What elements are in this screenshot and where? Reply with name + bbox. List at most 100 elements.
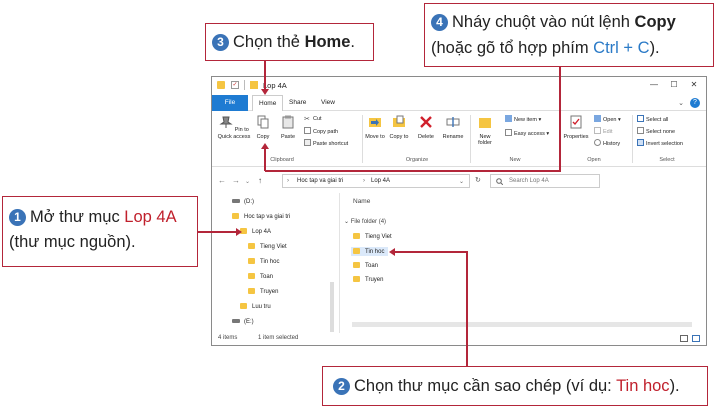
list-item[interactable]: Truyen — [353, 276, 383, 283]
tab-home[interactable]: Home — [252, 95, 284, 112]
chevron-down-icon[interactable]: ⌄ — [459, 178, 464, 185]
pin-quick-access-button[interactable]: Pin to Quick access — [214, 115, 254, 140]
copy-path-button[interactable]: Copy path — [304, 127, 338, 135]
tree-item-luu-tru[interactable]: Luu tru — [240, 303, 271, 310]
select-all-button[interactable]: Select all — [637, 115, 668, 123]
copy-icon — [257, 115, 269, 129]
folder-icon — [353, 248, 360, 254]
minimize-button[interactable]: — — [646, 79, 662, 91]
up-arrow-icon[interactable]: ↑ — [258, 176, 262, 185]
new-item-button[interactable]: New item ▾ — [505, 115, 541, 123]
refresh-icon[interactable]: ↻ — [475, 176, 481, 184]
tree-label: Toan — [260, 274, 274, 280]
invert-selection-icon — [637, 139, 644, 146]
paste-shortcut-button[interactable]: Paste shortcut — [304, 139, 348, 147]
column-header-name[interactable]: Name — [353, 198, 370, 205]
new-folder-button[interactable]: New folder — [475, 115, 495, 147]
search-input[interactable]: Search Lop 4A — [490, 174, 600, 188]
help-icon[interactable]: ? — [690, 98, 700, 108]
properties-check-icon[interactable]: ✓ — [231, 81, 239, 89]
tree-label: (D:) — [244, 199, 254, 205]
select-none-button[interactable]: Select none — [637, 127, 675, 135]
drive-icon — [232, 319, 240, 323]
callout-text: ). — [649, 39, 660, 57]
copy-path-label: Copy path — [313, 129, 339, 135]
rename-icon — [446, 117, 460, 127]
chevron-down-icon[interactable]: ⌄ — [245, 178, 250, 185]
folder-icon — [353, 262, 360, 268]
callout-text: ). — [669, 377, 680, 395]
edit-button[interactable]: Edit — [594, 127, 612, 135]
history-button[interactable]: History — [594, 139, 620, 147]
group-label-select: Select — [659, 157, 675, 163]
group-header-label: File folder (4) — [350, 219, 387, 225]
properties-button[interactable]: Properties — [562, 115, 590, 140]
chevron-down-icon[interactable]: ⌄ — [678, 99, 684, 107]
connector-line — [466, 251, 468, 366]
large-icons-view-icon[interactable] — [692, 335, 700, 342]
back-arrow-icon[interactable]: ← — [218, 176, 226, 185]
connector-line — [559, 67, 561, 171]
paste-shortcut-label: Paste shortcut — [313, 141, 349, 147]
rename-button[interactable]: Rename — [441, 115, 465, 140]
step-number-badge: 4 — [431, 14, 448, 31]
select-all-icon — [637, 115, 644, 122]
invert-selection-button[interactable]: Invert selection — [637, 139, 683, 147]
cut-button[interactable]: ✂ Cut — [304, 115, 322, 123]
delete-label: Delete — [418, 133, 434, 140]
group-label-organize: Organize — [405, 157, 429, 163]
copy-button[interactable]: Copy — [254, 115, 272, 140]
breadcrumb[interactable]: › Hoc tap va giai tri › Lop 4A ⌄ — [282, 174, 470, 188]
folder-icon — [217, 81, 225, 89]
connector-line — [198, 231, 236, 233]
details-view-icon[interactable] — [680, 335, 688, 342]
paste-icon — [282, 115, 294, 129]
arrow-down-icon — [261, 89, 269, 95]
tree-scrollbar[interactable] — [330, 282, 334, 332]
tab-view[interactable]: View — [315, 95, 341, 111]
list-item[interactable]: Toan — [353, 262, 378, 269]
callout-text: Mở thư mục — [30, 208, 125, 226]
status-bar: 4 items 1 item selected — [212, 332, 706, 345]
list-item-selected[interactable]: Tin hoc — [351, 247, 389, 256]
breadcrumb-item[interactable]: Lop 4A — [371, 178, 390, 184]
tree-item-toan[interactable]: Toan — [248, 273, 273, 280]
easy-access-icon — [505, 129, 512, 136]
open-button[interactable]: Open ▾ — [594, 115, 621, 123]
tab-file[interactable]: File — [212, 95, 248, 111]
easy-access-button[interactable]: Easy access ▾ — [505, 129, 549, 137]
maximize-button[interactable]: ☐ — [666, 79, 682, 91]
tree-item-drive-d[interactable]: (D:) — [232, 199, 254, 205]
search-placeholder: Search Lop 4A — [509, 178, 549, 184]
tree-item-tin-hoc[interactable]: Tin hoc — [248, 258, 279, 265]
copy-path-icon — [304, 127, 311, 134]
group-header[interactable]: ⌄ File folder (4) — [344, 218, 386, 225]
select-none-label: Select none — [646, 129, 676, 135]
drive-icon — [232, 199, 240, 203]
tree-item-drive-e[interactable]: (E:) — [232, 319, 254, 325]
tree-item-lop-4a[interactable]: Lop 4A — [240, 228, 271, 235]
list-item[interactable]: Tieng Viet — [353, 233, 392, 240]
pane-divider[interactable] — [339, 193, 340, 333]
forward-arrow-icon[interactable]: → — [232, 176, 240, 185]
tree-item-hoc-tap[interactable]: Hoc tap va giai tri — [232, 213, 290, 220]
breadcrumb-item[interactable]: Hoc tap va giai tri — [297, 178, 343, 184]
content-scrollbar[interactable] — [352, 322, 692, 327]
close-button[interactable]: ✕ — [686, 79, 702, 91]
copy-label: Copy — [256, 133, 270, 140]
select-none-icon — [637, 127, 644, 134]
callout-bold: Home — [304, 33, 351, 51]
properties-label: Properties — [563, 133, 589, 140]
tab-share[interactable]: Share — [283, 95, 312, 111]
copy-to-button[interactable]: Copy to — [389, 115, 409, 140]
connector-line — [264, 61, 266, 89]
tree-item-truyen[interactable]: Truyen — [248, 288, 278, 295]
delete-button[interactable]: Delete — [415, 115, 437, 140]
callout-text: Chọn thẻ — [233, 33, 305, 51]
folder-icon — [353, 233, 360, 239]
move-to-button[interactable]: Move to — [365, 115, 385, 140]
connector-line — [395, 251, 467, 253]
tree-item-tieng-viet[interactable]: Tieng Viet — [248, 243, 287, 250]
list-item-label: Toan — [365, 263, 379, 269]
paste-button[interactable]: Paste — [278, 115, 298, 140]
